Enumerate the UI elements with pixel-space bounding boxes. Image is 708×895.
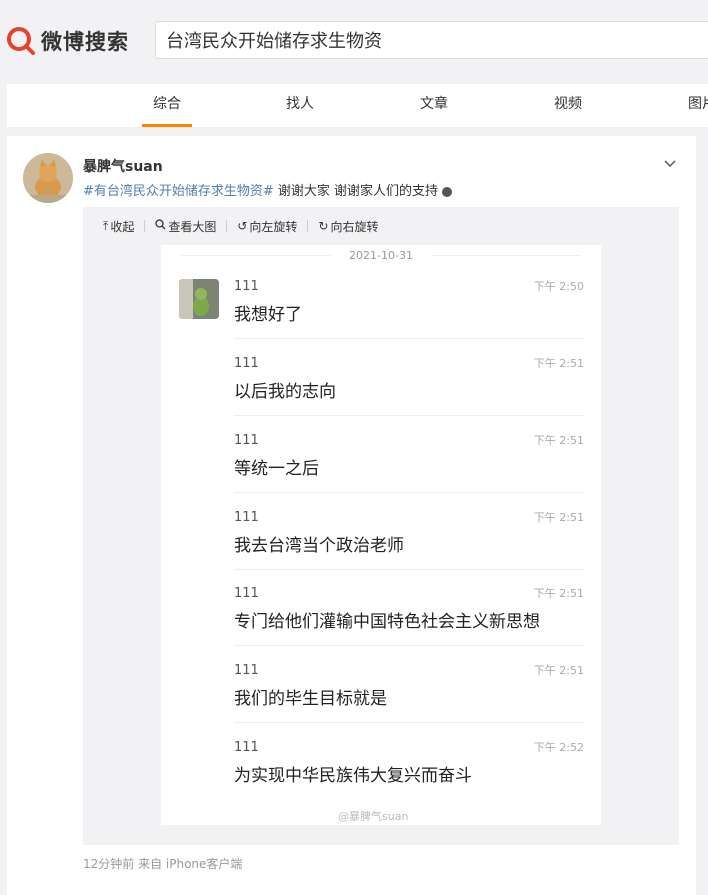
post-body: 谢谢大家 谢谢家人们的支持: [273, 184, 443, 199]
tab-label: 文章: [420, 96, 448, 112]
collapse-label: 收起: [110, 219, 135, 234]
tab-videos[interactable]: 视频: [538, 84, 598, 127]
divider: [234, 645, 584, 646]
chat-message: 111 下午 2:51 等统一之后: [234, 433, 584, 493]
rotate-right-button[interactable]: ↻ 向右旋转: [318, 218, 378, 235]
message-text: 专门给他们灌输中国特色社会主义新思想: [234, 612, 540, 632]
hashtag-link[interactable]: #有台湾民众开始储存求生物资#: [83, 184, 274, 199]
tab-articles[interactable]: 文章: [404, 84, 464, 127]
divider: [307, 220, 309, 232]
username[interactable]: 暴脾气suan: [83, 156, 163, 176]
view-large-button[interactable]: 查看大图: [155, 218, 216, 235]
message-text: 我去台湾当个政治老师: [234, 536, 404, 556]
sender-name: 111: [234, 586, 259, 601]
message-time: 下午 2:50: [533, 280, 584, 293]
tab-comprehensive[interactable]: 综合: [137, 84, 197, 127]
chevron-down-icon[interactable]: [662, 156, 678, 172]
logo-text: 微博搜索: [41, 30, 129, 54]
active-tab-indicator: [142, 124, 192, 127]
search-input[interactable]: [156, 22, 708, 58]
tab-people[interactable]: 找人: [270, 84, 330, 127]
tab-bar: 综合 找人 文章 视频 图片: [7, 84, 708, 127]
message-time: 下午 2:51: [533, 357, 584, 370]
message-time: 下午 2:51: [533, 664, 584, 677]
sender-name: 111: [234, 279, 259, 294]
search-box[interactable]: [155, 21, 708, 59]
sender-name: 111: [234, 740, 259, 755]
message-text: 为实现中华民族伟大复兴而奋斗: [234, 766, 472, 786]
top-bar: 微博搜索: [0, 0, 708, 84]
sender-name: 111: [234, 510, 259, 525]
chat-message: 111 下午 2:52 为实现中华民族伟大复兴而奋斗: [234, 740, 584, 786]
chat-message: 111 下午 2:51 我们的毕生目标就是: [234, 663, 584, 723]
post-meta: 12分钟前 来自 iPhone客户端: [83, 857, 243, 871]
tab-images[interactable]: 图片: [672, 84, 708, 127]
message-text: 我们的毕生目标就是: [234, 689, 387, 709]
message-text: 我想好了: [234, 305, 302, 325]
chat-avatar: [179, 279, 219, 319]
rotate-right-icon: ↻: [318, 219, 329, 233]
divider: [144, 220, 146, 232]
rotate-left-label: 向左旋转: [249, 219, 298, 234]
tab-label: 图片: [688, 96, 708, 112]
chat-date: 2021-10-31: [349, 249, 413, 262]
tab-label: 视频: [554, 96, 582, 112]
collapse-button[interactable]: ⤒ 收起: [103, 218, 134, 235]
divider: [234, 415, 584, 416]
emoji-icon: [442, 186, 453, 197]
sender-name: 111: [234, 663, 259, 678]
post-card: 暴脾气suan #有台湾民众开始储存求生物资# 谢谢大家 谢谢家人们的支持 ⤒ …: [7, 136, 696, 895]
message-time: 下午 2:52: [533, 741, 584, 754]
search-logo-icon: [6, 26, 36, 56]
divider: [234, 338, 584, 339]
rotate-left-icon: ↺: [237, 219, 248, 233]
collapse-icon: ⤒: [103, 218, 109, 233]
chat-message: 111 下午 2:50 我想好了: [234, 279, 584, 339]
divider: [234, 492, 584, 493]
message-time: 下午 2:51: [533, 511, 584, 524]
chat-screenshot: 2021-10-31 111 下午 2:50 我想好了 111 下午 2:51 …: [161, 245, 601, 825]
sender-name: 111: [234, 356, 259, 371]
divider: [234, 569, 584, 570]
post-text: #有台湾民众开始储存求生物资# 谢谢大家 谢谢家人们的支持: [83, 180, 453, 199]
chat-message: 111 下午 2:51 专门给他们灌输中国特色社会主义新思想: [234, 586, 584, 646]
chat-message: 111 下午 2:51 我去台湾当个政治老师: [234, 510, 584, 570]
tab-label: 综合: [153, 96, 181, 112]
message-time: 下午 2:51: [533, 434, 584, 447]
watermark: @暴脾气suan: [338, 810, 409, 823]
weibo-search-logo[interactable]: 微博搜索: [6, 26, 129, 56]
rotate-left-button[interactable]: ↺ 向左旋转: [237, 218, 297, 235]
message-time: 下午 2:51: [533, 587, 584, 600]
view-large-label: 查看大图: [168, 219, 217, 234]
media-viewer: ⤒ 收起 查看大图 ↺ 向左旋转 ↻ 向右旋转 2021-10-31 111 下…: [83, 207, 679, 845]
message-text: 等统一之后: [234, 459, 319, 479]
image-toolbar: ⤒ 收起 查看大图 ↺ 向左旋转 ↻ 向右旋转: [83, 207, 679, 245]
divider: [226, 220, 228, 232]
message-text: 以后我的志向: [234, 382, 336, 402]
rotate-right-label: 向右旋转: [330, 219, 379, 234]
chat-message: 111 下午 2:51 以后我的志向: [234, 356, 584, 416]
search-icon: [155, 219, 166, 233]
avatar[interactable]: [23, 153, 73, 203]
divider: [234, 722, 584, 723]
tab-label: 找人: [286, 96, 314, 112]
sender-name: 111: [234, 433, 259, 448]
